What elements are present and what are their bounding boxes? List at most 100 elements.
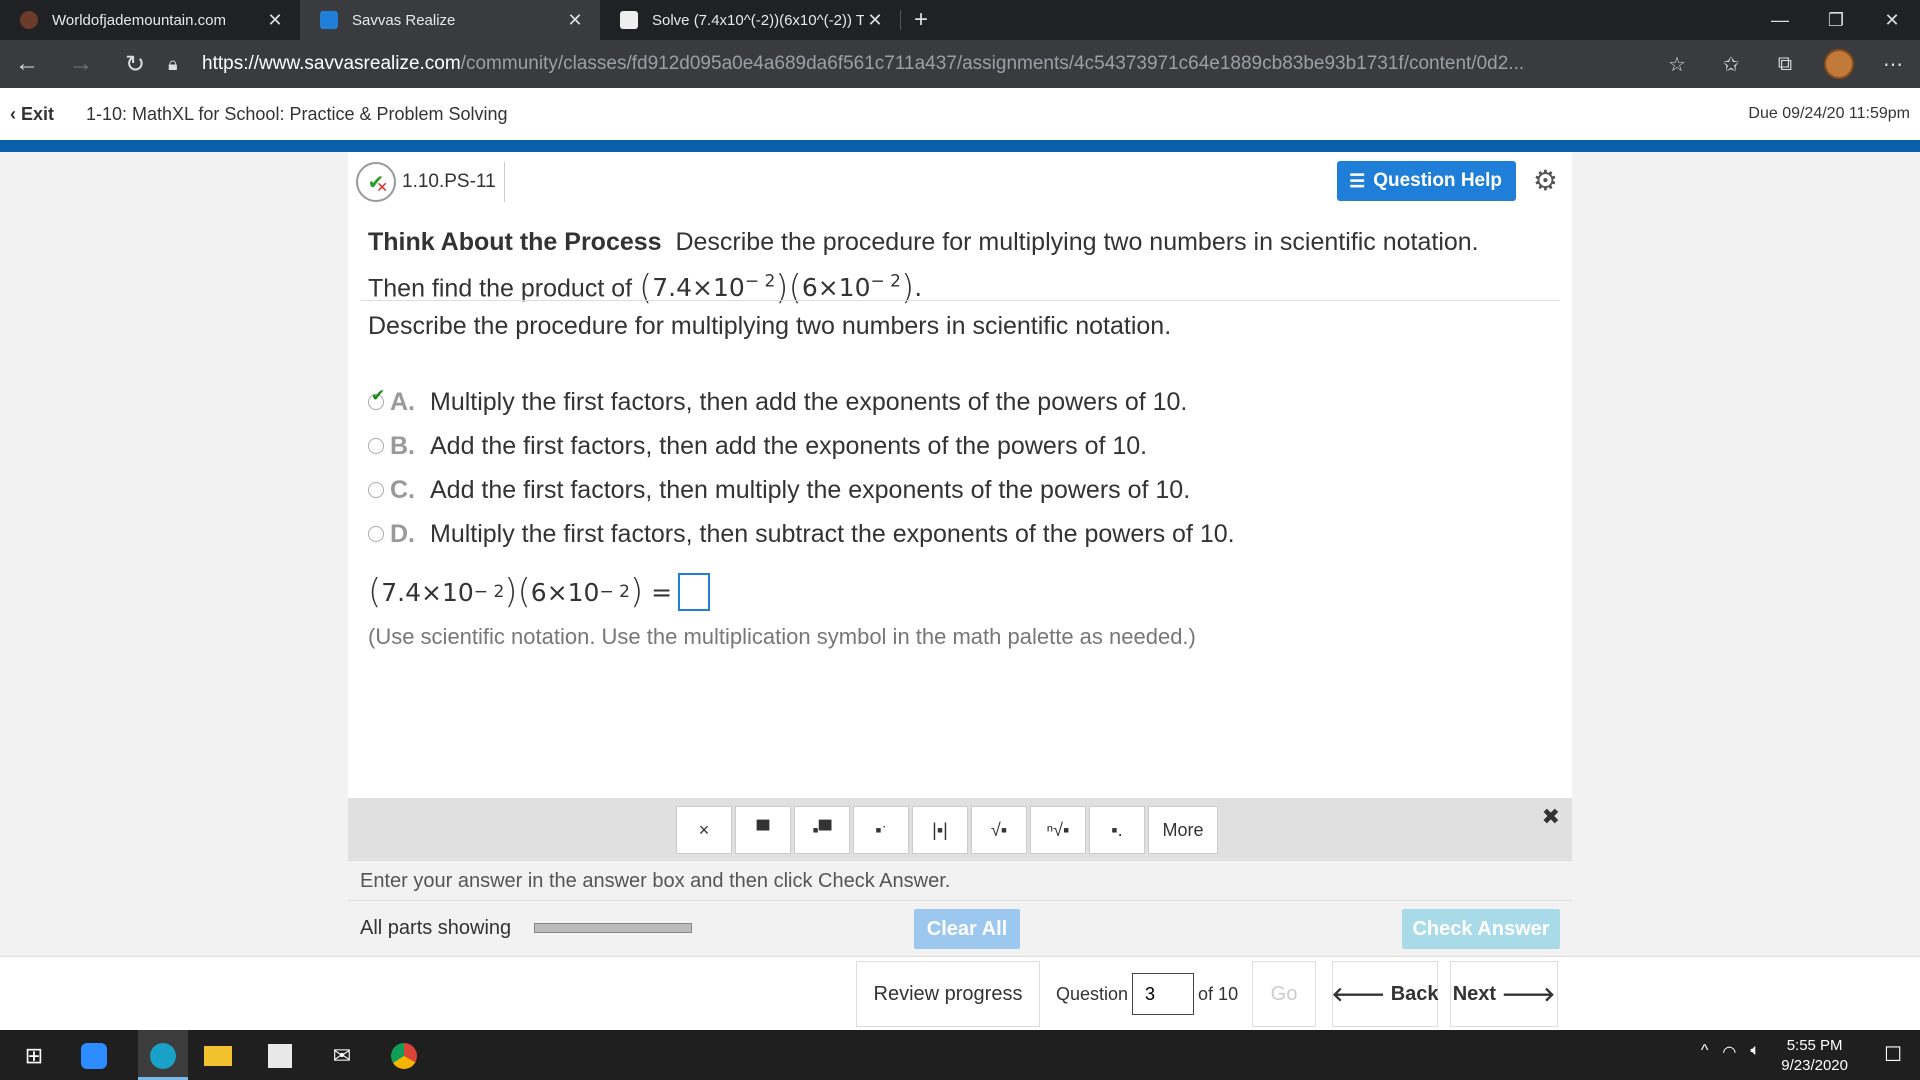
clear-all-button[interactable]: Clear All: [914, 909, 1020, 949]
tab-close-icon[interactable]: ✕: [864, 10, 886, 31]
question-id: 1.10.PS-11: [402, 162, 505, 202]
answer-hint: (Use scientific notation. Use the multip…: [368, 624, 1196, 649]
fraction-icon[interactable]: ▀: [735, 806, 791, 854]
browser-tab-3[interactable]: Solve (7.4x10^(-2))(6x10^(-2)) Ti ✕: [600, 0, 900, 40]
url-path: /community/classes/fd912d095a0e4a689da6f…: [460, 53, 1525, 74]
radio[interactable]: [368, 526, 384, 542]
tab-close-icon[interactable]: ✕: [264, 10, 286, 31]
question-help-label: Question Help: [1373, 170, 1502, 191]
radio[interactable]: [368, 482, 384, 498]
wifi-icon[interactable]: ◠: [1722, 1042, 1736, 1062]
minimize-icon[interactable]: —: [1752, 0, 1808, 40]
prompt-line2: Then find the product of: [368, 274, 633, 303]
choice-b[interactable]: B. Add the first factors, then add the e…: [368, 424, 1235, 468]
back-button[interactable]: 🡐 Back: [1332, 961, 1439, 1027]
choice-c[interactable]: C. Add the first factors, then multiply …: [368, 468, 1235, 512]
app-header: ‹ Exit 1-10: MathXL for School: Practice…: [0, 88, 1920, 140]
mixed-number-icon[interactable]: ▪▀: [794, 806, 850, 854]
collections-icon[interactable]: ⧉: [1758, 40, 1812, 88]
volume-icon[interactable]: 🔈︎: [1750, 1042, 1760, 1062]
windows-start-icon[interactable]: ⊞: [16, 1038, 52, 1074]
due-date: Due 09/24/20 11:59pm: [1748, 105, 1910, 122]
sub-prompt: Describe the procedure for multiplying t…: [368, 312, 1172, 340]
more-options-icon[interactable]: ⋯: [1866, 40, 1920, 88]
choice-letter: D.: [390, 519, 415, 548]
tab-title: Solve (7.4x10^(-2))(6x10^(-2)) Ti: [652, 11, 864, 29]
footer-navigation: Review progress Question of 10 Go 🡐 Back…: [0, 956, 1920, 1030]
multiply-symbol-button[interactable]: ×: [676, 806, 732, 854]
windows-taskbar: ⊞ ✉ ^ ◠ 🔈︎ 5:55 PM 9/23/2020 ☐: [0, 1030, 1920, 1080]
tab-title: Savvas Realize: [352, 11, 456, 29]
question-label: Question: [1056, 983, 1129, 1004]
list-icon: ☰: [1349, 170, 1366, 191]
choice-text: Multiply the first factors, then add the…: [430, 387, 1188, 416]
store-icon[interactable]: [262, 1038, 298, 1074]
choice-text: Add the first factors, then add the expo…: [430, 431, 1148, 460]
choice-a[interactable]: A. Multiply the first factors, then add …: [368, 380, 1235, 424]
window-controls: — ❐ ✕: [1752, 0, 1920, 40]
math-palette: × ▀ ▪▀ ▪ˑ |▪| √▪ ⁿ√▪ ▪. More ✖: [348, 798, 1572, 860]
nth-root-icon[interactable]: ⁿ√▪: [1030, 806, 1086, 854]
close-palette-icon[interactable]: ✖: [1542, 804, 1560, 830]
clock-date: 9/23/2020: [1781, 1057, 1848, 1074]
new-tab-icon[interactable]: +: [901, 6, 941, 34]
palette-tools: × ▀ ▪▀ ▪ˑ |▪| √▪ ⁿ√▪ ▪. More: [676, 806, 1221, 854]
close-window-icon[interactable]: ✕: [1864, 0, 1920, 40]
subscript-icon[interactable]: ▪.: [1089, 806, 1145, 854]
parts-progress: [534, 923, 692, 933]
notification-icon[interactable]: ☐: [1884, 1042, 1902, 1067]
clock[interactable]: 5:55 PM 9/23/2020: [1781, 1036, 1848, 1076]
divider: [360, 300, 1560, 301]
choice-d[interactable]: D. Multiply the first factors, then subt…: [368, 512, 1235, 556]
tab-favicon-icon: [20, 11, 38, 29]
favorite-star-icon[interactable]: ☆: [1650, 40, 1704, 88]
clock-time: 5:55 PM: [1786, 1037, 1843, 1054]
question-help-button[interactable]: ☰ Question Help: [1337, 161, 1516, 201]
check-answer-button[interactable]: Check Answer: [1402, 909, 1560, 949]
question-total: of 10: [1198, 983, 1239, 1004]
next-button[interactable]: Next 🡒: [1450, 961, 1558, 1027]
exit-button[interactable]: ‹ Exit: [10, 104, 86, 125]
assignment-title: 1-10: MathXL for School: Practice & Prob…: [86, 103, 508, 124]
chevron-up-icon[interactable]: ^: [1701, 1042, 1709, 1062]
question-number-input[interactable]: [1132, 973, 1195, 1015]
browser-tab-1[interactable]: Worldofjademountain.com ✕: [0, 0, 300, 40]
go-button[interactable]: Go: [1252, 961, 1316, 1027]
mail-icon[interactable]: ✉: [324, 1038, 360, 1074]
choice-letter: B.: [390, 431, 415, 460]
absolute-value-icon[interactable]: |▪|: [912, 806, 968, 854]
gear-icon[interactable]: ⚙: [1533, 164, 1558, 197]
tab-close-icon[interactable]: ✕: [564, 10, 586, 31]
browser-tab-bar: Worldofjademountain.com ✕ Savvas Realize…: [0, 0, 1920, 40]
zoom-icon[interactable]: [76, 1038, 112, 1074]
browser-tab-2[interactable]: Savvas Realize ✕: [300, 0, 600, 40]
back-arrow-icon[interactable]: ←: [0, 40, 54, 88]
chrome-icon[interactable]: [386, 1038, 422, 1074]
choice-text: Multiply the first factors, then subtrac…: [430, 519, 1235, 548]
question-header: ✔ ✕ 1.10.PS-11 ☰ Question Help ⚙: [348, 160, 1572, 204]
browser-toolbar: ← → ↻ 🔒︎ https://www.savvasrealize.com/c…: [0, 40, 1920, 88]
review-progress-button[interactable]: Review progress: [856, 961, 1040, 1027]
parts-label: All parts showing: [360, 917, 512, 939]
edge-browser-icon[interactable]: [145, 1038, 181, 1074]
forward-arrow-icon[interactable]: →: [54, 40, 108, 88]
profile-avatar[interactable]: [1812, 40, 1866, 88]
question-panel: ✔ ✕ 1.10.PS-11 ☰ Question Help ⚙ Think Ab…: [348, 152, 1572, 798]
choice-text: Add the first factors, then multiply the…: [430, 475, 1191, 504]
favorites-list-icon[interactable]: ✩: [1704, 40, 1758, 88]
prompt-expression: (7.4×10− 2)(6×10− 2).: [639, 268, 923, 309]
check-x-icon: ✔ ✕: [356, 162, 396, 202]
exponent-icon[interactable]: ▪ˑ: [853, 806, 909, 854]
choice-letter: A.: [390, 387, 415, 416]
restore-icon[interactable]: ❐: [1808, 0, 1864, 40]
answer-input[interactable]: [678, 573, 711, 611]
file-explorer-icon[interactable]: [200, 1038, 236, 1074]
url-host: https://www.savvasrealize.com: [202, 53, 461, 74]
address-bar[interactable]: 🔒︎ https://www.savvasrealize.com/communi…: [168, 46, 1650, 82]
square-root-icon[interactable]: √▪: [971, 806, 1027, 854]
more-button[interactable]: More: [1148, 806, 1218, 854]
radio-selected[interactable]: [368, 386, 385, 410]
refresh-icon[interactable]: ↻: [108, 40, 162, 88]
radio[interactable]: [368, 438, 384, 454]
tab-title: Worldofjademountain.com: [52, 11, 226, 29]
